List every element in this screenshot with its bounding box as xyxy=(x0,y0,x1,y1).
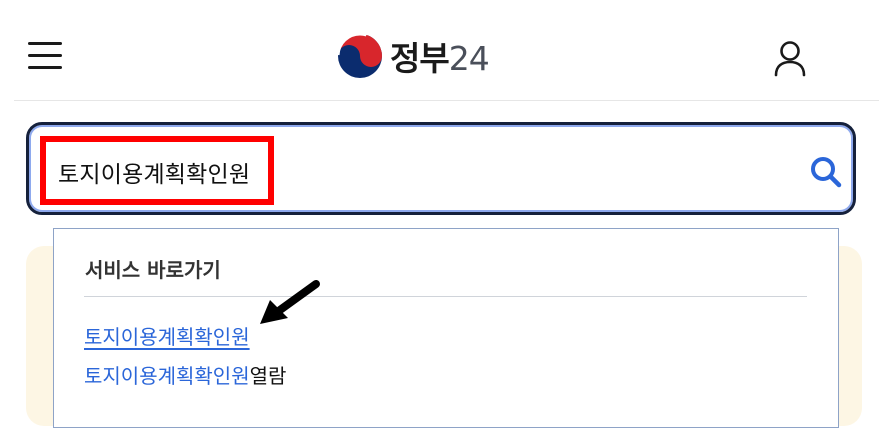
dropdown-divider xyxy=(84,296,807,297)
annotation-arrow-icon xyxy=(260,280,320,324)
dropdown-section-title: 서비스 바로가기 xyxy=(85,258,221,282)
suggestion-item[interactable]: 토지이용계획확인원 xyxy=(84,321,250,350)
logo-text: 정부24 xyxy=(390,39,490,78)
suggestion-rest: 열람 xyxy=(249,364,287,388)
site-logo[interactable]: 정부24 xyxy=(336,31,490,81)
suggestion-item[interactable]: 토지이용계획확인원열람 xyxy=(84,360,286,389)
taegeuk-logo-icon xyxy=(336,32,384,80)
search-icon[interactable] xyxy=(806,152,846,192)
top-header: 정부24 xyxy=(0,0,887,100)
search-query-text[interactable]: 토지이용계획확인원 xyxy=(58,155,250,189)
user-account-icon[interactable] xyxy=(770,38,810,78)
suggestion-highlight: 토지이용계획확인원 xyxy=(84,364,250,388)
header-divider xyxy=(14,100,879,101)
suggestion-highlight: 토지이용계획확인원 xyxy=(84,325,250,349)
hamburger-menu-icon[interactable] xyxy=(28,40,64,72)
